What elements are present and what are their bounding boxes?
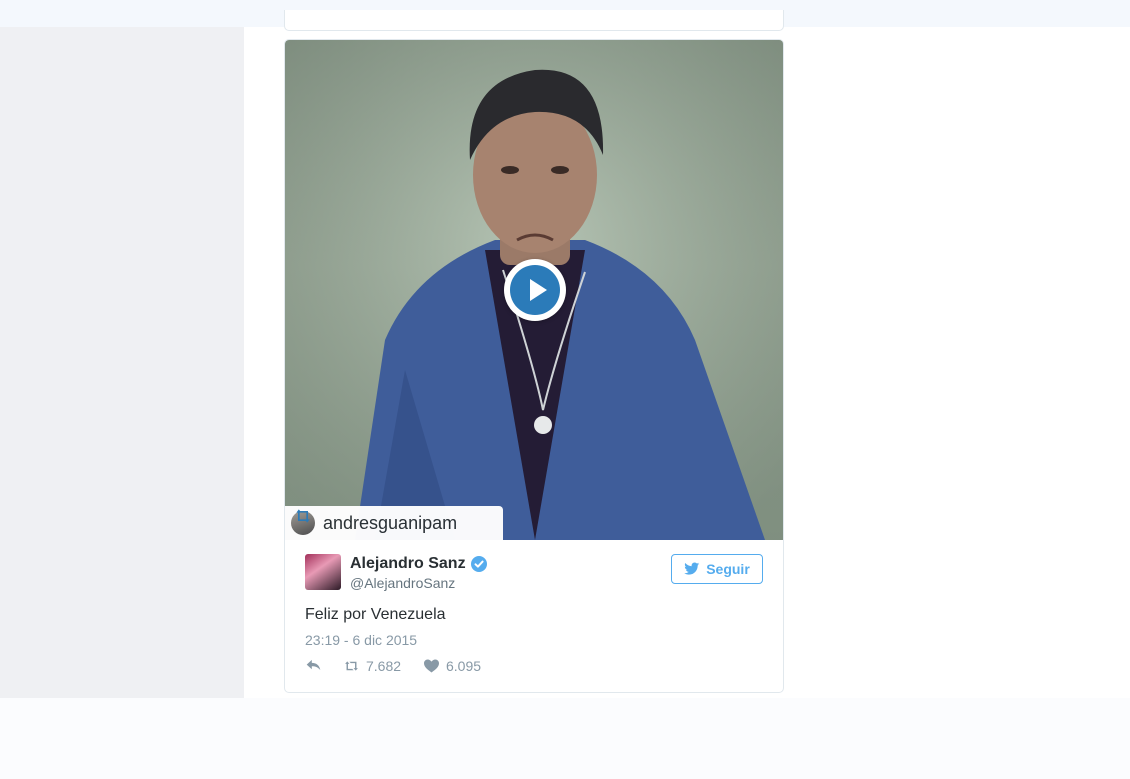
heart-icon <box>424 659 439 673</box>
twitter-bird-icon <box>684 562 700 575</box>
play-button[interactable] <box>504 259 566 321</box>
retweet-icon <box>296 509 310 523</box>
tweet-timestamp[interactable]: 23:19 - 6 dic 2015 <box>305 632 417 648</box>
retweet-button[interactable]: 7.682 <box>343 658 401 674</box>
play-icon <box>510 265 560 315</box>
previous-card-bottom <box>284 10 784 31</box>
retweet-icon <box>345 661 358 671</box>
follow-button-label: Seguir <box>706 561 750 577</box>
follow-button[interactable]: Seguir <box>671 554 763 584</box>
reply-icon <box>306 659 321 671</box>
reply-button[interactable] <box>305 658 328 672</box>
author-avatar[interactable] <box>305 554 341 590</box>
video-thumbnail[interactable]: andresguanipam <box>285 40 783 540</box>
retweet-count: 7.682 <box>366 658 402 674</box>
author-handle[interactable]: @AlejandroSanz <box>350 575 455 591</box>
embedded-tweet-card: andresguanipam Alejandro Sanz @Alejandro… <box>284 39 784 693</box>
tweet-text: Feliz por Venezuela <box>305 606 446 623</box>
like-count: 6.095 <box>446 658 482 674</box>
like-button[interactable]: 6.095 <box>423 658 481 674</box>
left-sidebar <box>0 27 244 698</box>
tweet-actions: 7.682 6.095 <box>305 658 765 678</box>
attribution-username: andresguanipam <box>323 512 458 533</box>
verified-badge-icon <box>471 556 487 572</box>
media-attribution[interactable]: andresguanipam <box>285 506 503 540</box>
author-display-name[interactable]: Alejandro Sanz <box>350 555 466 573</box>
